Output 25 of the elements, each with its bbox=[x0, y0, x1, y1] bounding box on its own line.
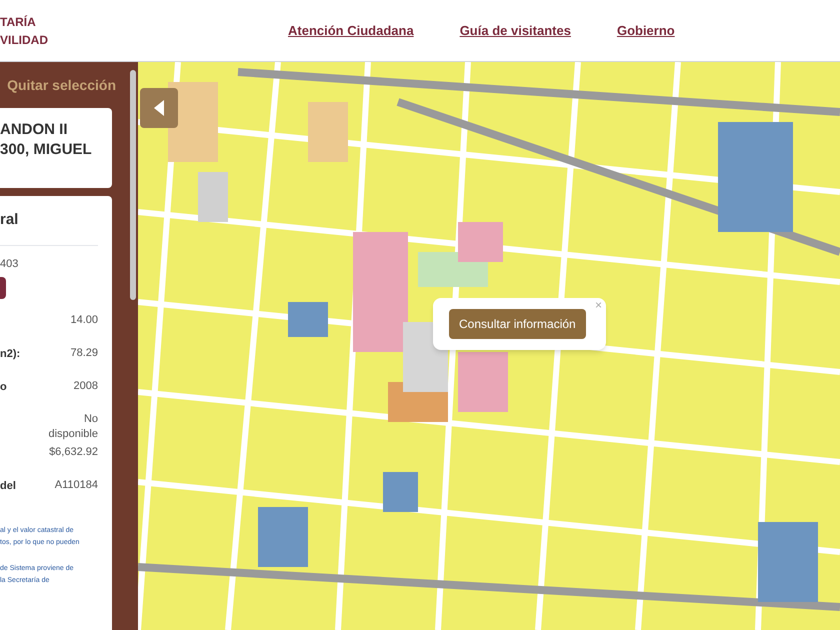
collapse-panel-button[interactable] bbox=[140, 88, 178, 128]
field-value: 2008 bbox=[72, 378, 98, 394]
field-label: del bbox=[0, 478, 16, 494]
card-title: ral bbox=[0, 210, 18, 230]
field-value: 78.29 bbox=[69, 346, 98, 360]
field-value: A110184 bbox=[54, 478, 98, 492]
nav-link[interactable]: Guía de visitantes bbox=[460, 20, 571, 40]
account-number: 403 bbox=[0, 258, 18, 270]
address-text: 300, MIGUEL bbox=[0, 140, 93, 160]
address-text: ANDON II bbox=[0, 120, 68, 140]
field-value: $6,632.92 bbox=[48, 444, 98, 460]
scrollbar[interactable] bbox=[130, 70, 136, 300]
field-value: No disponible bbox=[47, 412, 98, 442]
map-drawing[interactable] bbox=[138, 62, 840, 630]
left-arrow-icon bbox=[154, 100, 164, 116]
field-label: n2): bbox=[0, 346, 20, 362]
clear-selection-button[interactable]: Quitar selección bbox=[0, 62, 130, 108]
field-value: 14.00 bbox=[69, 312, 98, 328]
field-label: o bbox=[0, 380, 7, 394]
nav-link[interactable]: Atención Ciudadana bbox=[288, 20, 414, 40]
logo-text: VILIDAD bbox=[0, 32, 49, 48]
action-button[interactable] bbox=[0, 276, 6, 298]
consult-info-button[interactable]: Consultar información bbox=[449, 309, 586, 339]
nav-link[interactable]: Gobierno bbox=[616, 20, 675, 40]
logo-text: TARÍA bbox=[0, 14, 37, 30]
